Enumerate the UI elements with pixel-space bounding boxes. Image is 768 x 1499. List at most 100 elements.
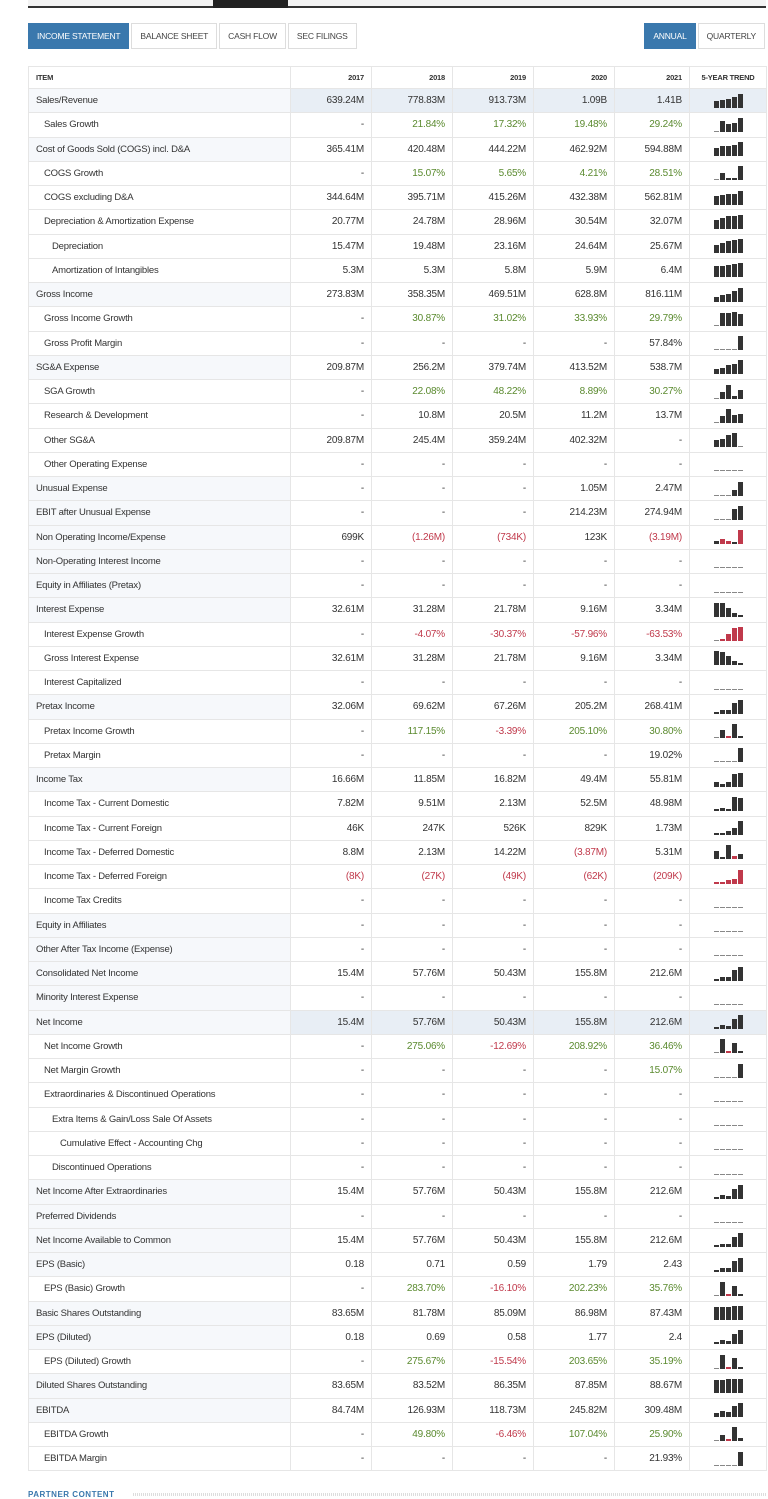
trend-bar bbox=[737, 1451, 743, 1466]
value-cell: 21.84% bbox=[371, 112, 453, 138]
trend-cell bbox=[689, 257, 767, 284]
value-cell: - bbox=[452, 669, 534, 696]
trend-bar bbox=[713, 397, 719, 399]
trend-cell bbox=[689, 1445, 767, 1472]
trend-bar bbox=[725, 1003, 731, 1005]
tab-income-statement[interactable]: INCOME STATEMENT bbox=[28, 23, 130, 49]
table-row: Unusual Expense - - -1.05M 2.47M bbox=[28, 475, 767, 502]
value-cell: 778.83M bbox=[371, 87, 453, 114]
value-cell: 16.66M bbox=[290, 766, 372, 793]
trend-bar bbox=[731, 703, 737, 714]
trend-bar bbox=[731, 433, 737, 448]
tab-sec-filings[interactable]: SEC FILINGS bbox=[287, 23, 357, 49]
trend-bar bbox=[719, 1243, 725, 1248]
trend-bar bbox=[725, 1411, 731, 1418]
annual-button[interactable]: ANNUAL bbox=[644, 23, 696, 49]
trend-bar bbox=[719, 955, 725, 957]
value-cell: - bbox=[614, 669, 690, 696]
value-cell: - bbox=[614, 427, 690, 453]
value-cell: 444.22M bbox=[452, 136, 534, 162]
trend-bar bbox=[737, 1330, 743, 1345]
value-cell: - bbox=[533, 1057, 615, 1084]
value-cell: (8K) bbox=[290, 863, 372, 890]
tab-balance-sheet[interactable]: BALANCE SHEET bbox=[131, 23, 218, 49]
table-row: EBITDA Growth -49.80% -6.46% 107.04% 25.90% bbox=[28, 1421, 767, 1448]
value-cell: 50.43M bbox=[452, 1179, 534, 1205]
trend-bar bbox=[731, 1261, 737, 1272]
value-cell: 21.93% bbox=[614, 1445, 690, 1472]
tab-cash-flow[interactable]: CASH FLOW bbox=[219, 23, 286, 49]
value-cell: 24.78M bbox=[371, 209, 453, 235]
trend-bar bbox=[719, 931, 725, 933]
trend-bar bbox=[719, 651, 725, 666]
quarterly-button[interactable]: QUARTERLY bbox=[697, 23, 765, 49]
trend-bar bbox=[725, 434, 731, 448]
table-row: Pretax Income Growth -117.15% -3.39% 205.10… bbox=[28, 718, 767, 744]
trend-bar bbox=[713, 591, 719, 593]
table-row: Income Tax - Deferred Domestic 8.8M 2.13M 1… bbox=[28, 839, 767, 866]
value-cell: -12.69% bbox=[452, 1033, 534, 1060]
column-header-item: ITEM bbox=[28, 66, 291, 89]
value-cell: 6.4M bbox=[614, 257, 690, 284]
trend-cell bbox=[689, 160, 767, 187]
row-label: Non-Operating Interest Income bbox=[28, 548, 291, 575]
trend-sparkline bbox=[713, 918, 743, 933]
value-cell: 84.74M bbox=[290, 1397, 372, 1423]
trend-bar bbox=[731, 1003, 737, 1005]
row-label: Cumulative Effect - Accounting Chg bbox=[28, 1130, 291, 1157]
trend-bar bbox=[737, 748, 743, 763]
value-cell: 415.26M bbox=[452, 184, 534, 211]
trend-sparkline bbox=[713, 699, 743, 714]
value-cell: - bbox=[371, 330, 453, 356]
value-cell: 46K bbox=[290, 815, 372, 841]
value-cell: 420.48M bbox=[371, 136, 453, 162]
row-label: Pretax Income Growth bbox=[28, 718, 291, 744]
trend-cell bbox=[689, 1300, 767, 1326]
value-cell: - bbox=[533, 1130, 615, 1157]
value-cell: - bbox=[290, 330, 372, 356]
value-cell: 413.52M bbox=[533, 354, 615, 381]
trend-bar bbox=[737, 931, 743, 933]
value-cell: (1.26M) bbox=[371, 524, 453, 550]
trend-bar bbox=[719, 494, 725, 496]
trend-sparkline bbox=[713, 1184, 743, 1199]
trend-bar bbox=[737, 1184, 743, 1199]
trend-bar bbox=[713, 1100, 719, 1102]
trend-sparkline bbox=[713, 142, 743, 157]
trend-bar bbox=[737, 699, 743, 714]
value-cell: (209K) bbox=[614, 863, 690, 890]
value-cell: 309.48M bbox=[614, 1397, 690, 1423]
value-cell: 2.47M bbox=[614, 475, 690, 502]
table-row: Gross Income 273.83M 358.35M 469.51M 628.8M 8… bbox=[28, 281, 767, 308]
trend-cell bbox=[689, 718, 767, 744]
value-cell: 5.9M bbox=[533, 257, 615, 284]
value-cell: 32.06M bbox=[290, 694, 372, 720]
value-cell: -63.53% bbox=[614, 621, 690, 647]
trend-sparkline bbox=[713, 384, 743, 399]
trend-bar bbox=[737, 614, 743, 617]
trend-sparkline bbox=[713, 117, 743, 132]
trend-bar bbox=[713, 470, 719, 472]
value-cell: 81.78M bbox=[371, 1300, 453, 1326]
trend-sparkline bbox=[713, 1378, 743, 1393]
table-row: Cost of Goods Sold (COGS) incl. D&A 365.4… bbox=[28, 136, 767, 162]
trend-sparkline bbox=[713, 1233, 743, 1248]
value-cell: 0.69 bbox=[371, 1324, 453, 1351]
value-cell: - bbox=[290, 572, 372, 599]
value-cell: - bbox=[371, 500, 453, 526]
value-cell: 273.83M bbox=[290, 281, 372, 308]
column-header-year: 2018 bbox=[371, 66, 453, 89]
trend-bar bbox=[713, 1173, 719, 1175]
value-cell: - bbox=[452, 548, 534, 575]
trend-bar bbox=[719, 518, 725, 520]
trend-bar bbox=[737, 1003, 743, 1005]
trend-cell bbox=[689, 354, 767, 381]
row-label: Income Tax - Deferred Foreign bbox=[28, 863, 291, 890]
trend-bar bbox=[713, 1367, 719, 1369]
trend-bar bbox=[725, 736, 731, 739]
value-cell: - bbox=[290, 1154, 372, 1181]
trend-bar bbox=[731, 178, 737, 181]
trend-bar bbox=[731, 796, 737, 811]
trend-cell bbox=[689, 427, 767, 453]
trend-sparkline bbox=[713, 845, 743, 860]
